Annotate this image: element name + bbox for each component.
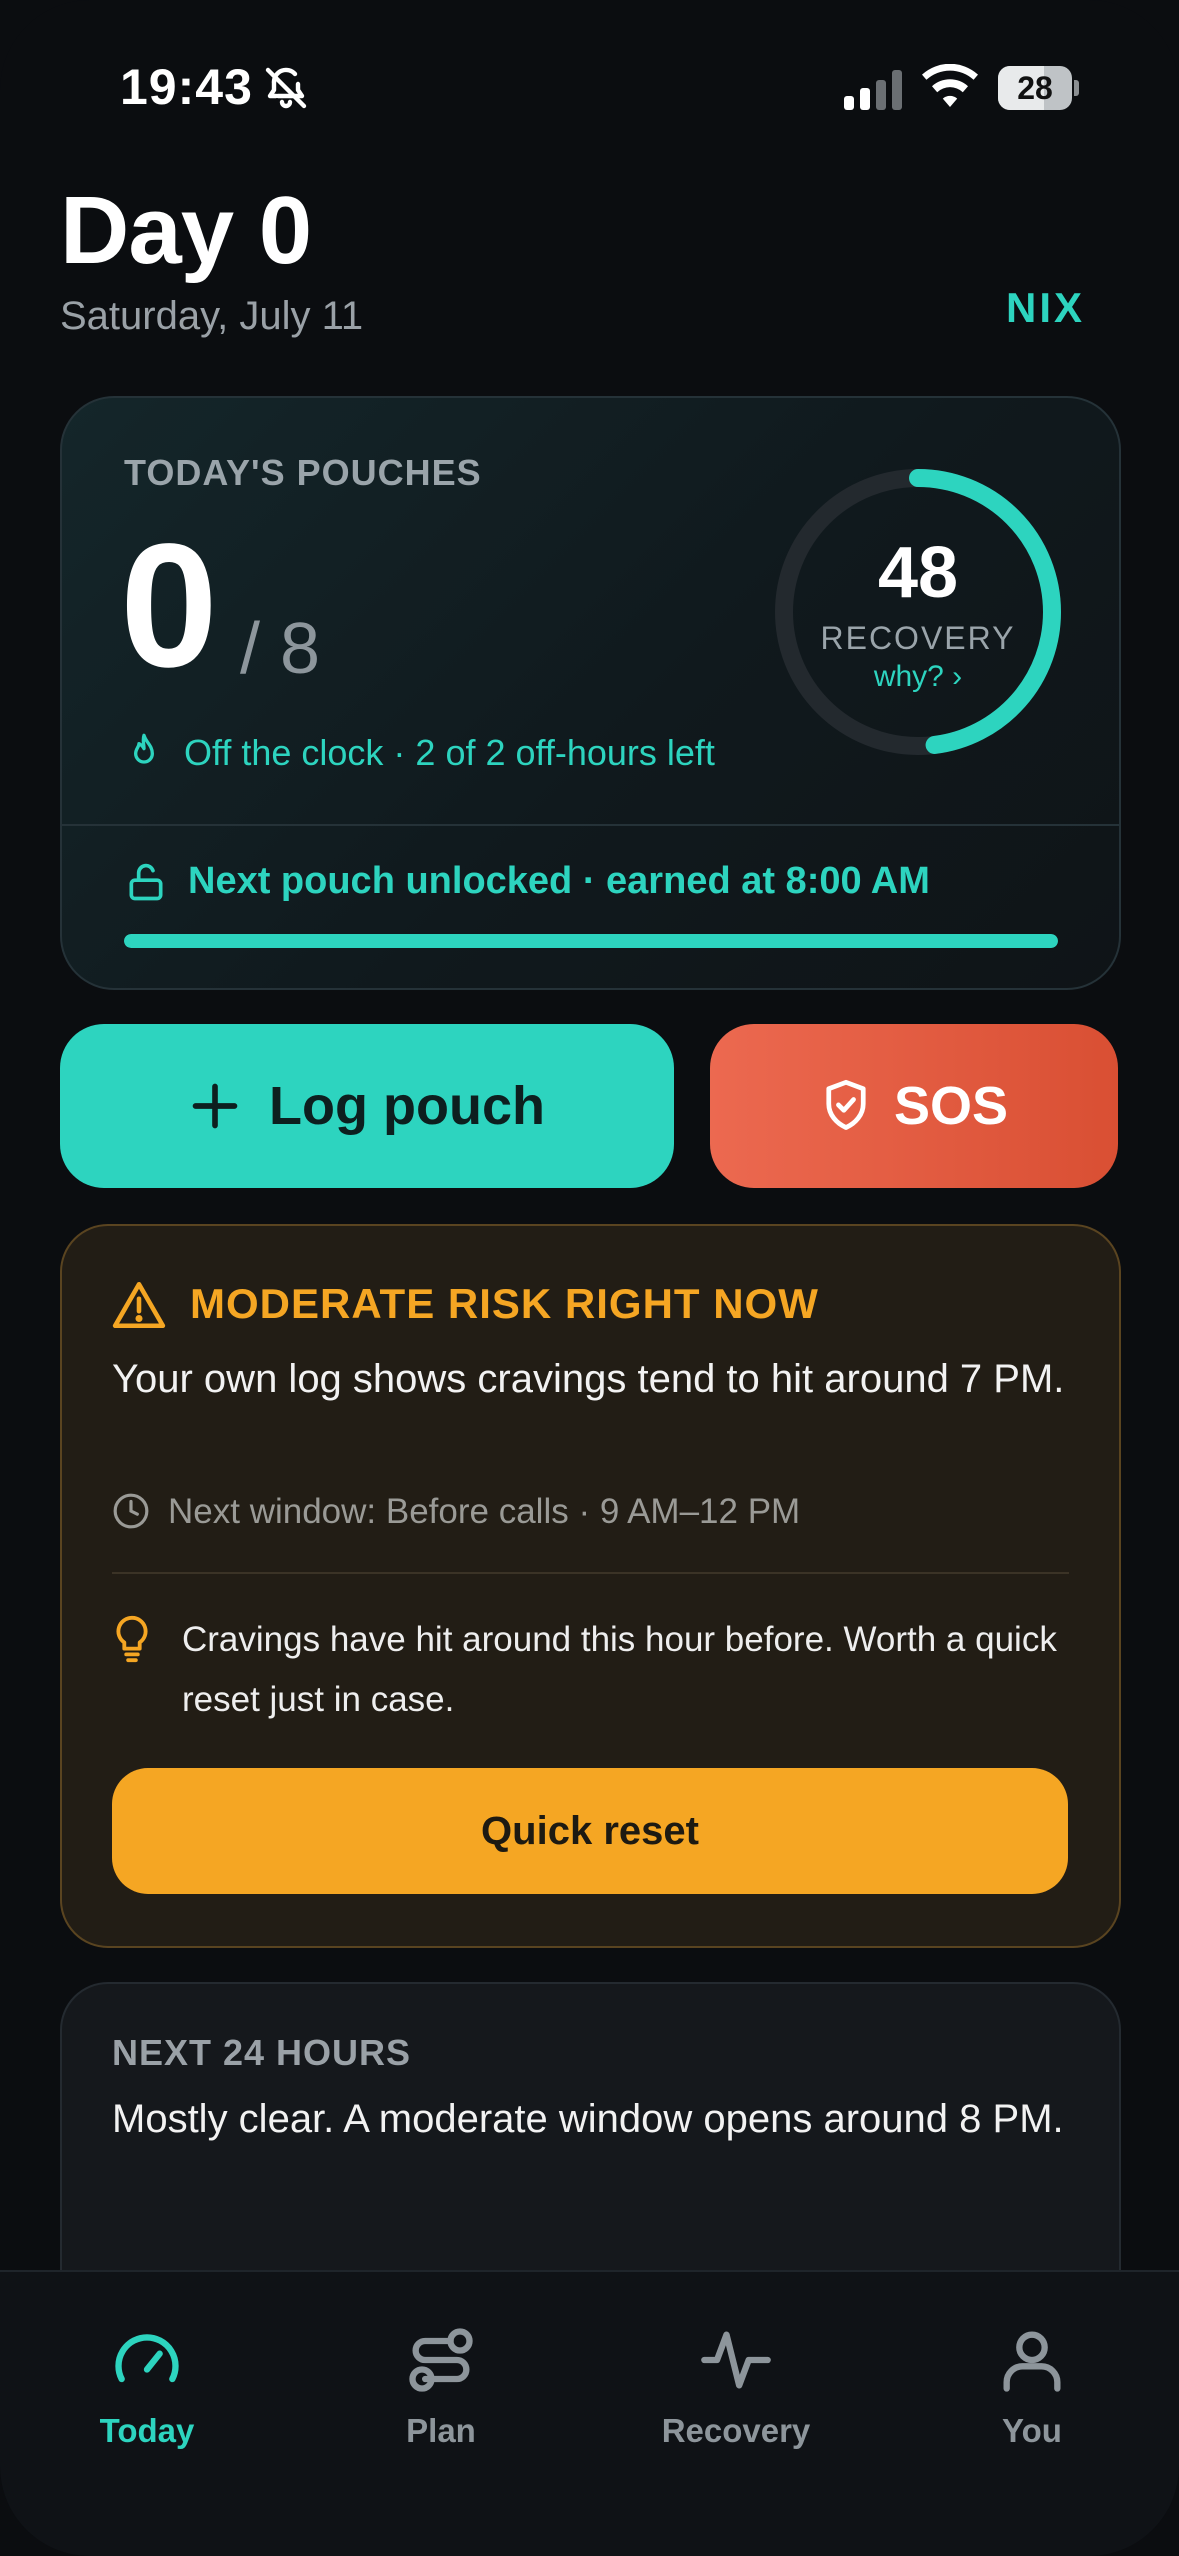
battery-nub: [1074, 80, 1079, 96]
pouch-count: 0: [120, 508, 218, 704]
quick-reset-button[interactable]: Quick reset: [112, 1768, 1068, 1894]
sos-button[interactable]: SOS: [710, 1024, 1118, 1188]
tab-recovery[interactable]: Recovery: [616, 2322, 856, 2450]
risk-body: Your own log shows cravings tend to hit …: [112, 1357, 1065, 1401]
pouch-status: Off the clock · 2 of 2 off-hours left: [184, 732, 715, 773]
unlock-progress: [124, 934, 1058, 948]
log-pouch-button[interactable]: Log pouch: [60, 1024, 674, 1188]
tab-today-label: Today: [99, 2412, 195, 2449]
pouch-label: TODAY'S POUCHES: [124, 452, 482, 493]
status-bar: 19:43 28: [0, 58, 1179, 118]
next-24-label: NEXT 24 HOURS: [112, 2032, 412, 2073]
log-pouch-label: Log pouch: [269, 1076, 545, 1136]
shield-check-icon: [826, 1079, 866, 1130]
recovery-label: RECOVERY: [820, 620, 1016, 656]
recovery-score: 48: [877, 533, 959, 613]
tip-text: Cravings have hit around this hour befor…: [182, 1620, 1057, 1719]
tab-plan-label: Plan: [406, 2412, 476, 2449]
battery-icon: 28: [998, 66, 1080, 110]
pouch-divider: [62, 824, 1119, 826]
status-time: 19:43: [120, 59, 253, 115]
risk-divider: [112, 1572, 1069, 1574]
route-icon: [409, 2328, 473, 2392]
page-date: Saturday, July 11: [60, 294, 364, 338]
page-title: Day 0: [60, 177, 312, 284]
sos-label: SOS: [893, 1076, 1009, 1136]
unlock-progress-fill: [124, 934, 1058, 948]
brand-logo[interactable]: NIX: [1006, 284, 1085, 332]
flame-icon: [134, 733, 154, 764]
wifi-icon: [922, 64, 978, 107]
recovery-why-link[interactable]: why? ›: [768, 660, 1068, 694]
tab-bar: Today Plan Recovery You: [0, 2270, 1179, 2556]
risk-title: MODERATE RISK RIGHT NOW: [190, 1280, 819, 1327]
tab-plan[interactable]: Plan: [321, 2322, 561, 2450]
person-icon: [1003, 2331, 1061, 2392]
next-24-body: Mostly clear. A moderate window opens ar…: [112, 2097, 1064, 2141]
pulse-icon: [701, 2331, 771, 2389]
tab-you-label: You: [1002, 2412, 1062, 2449]
pouch-total: / 8: [240, 609, 321, 689]
gauge-icon: [115, 2334, 179, 2383]
unlock-icon: [129, 863, 163, 901]
unlock-text: Next pouch unlocked · earned at 8:00 AM: [188, 860, 930, 902]
warning-icon: [112, 1281, 166, 1329]
tab-today[interactable]: Today: [27, 2322, 267, 2450]
tab-recovery-label: Recovery: [661, 2412, 811, 2449]
bell-muted-icon: [265, 67, 307, 109]
battery-level: 28: [1017, 70, 1053, 106]
tab-you[interactable]: You: [912, 2322, 1152, 2450]
clock-icon: [113, 1493, 149, 1529]
next-window-text: Next window: Before calls · 9 AM–12 PM: [168, 1492, 801, 1531]
pouch-card: TODAY'S POUCHES 0 / 8 Off the clock · 2 …: [60, 396, 1121, 990]
screen: 19:43 28 Day 0 Saturday, July 11 NIX TOD…: [0, 0, 1179, 2556]
risk-card: MODERATE RISK RIGHT NOW Your own log sho…: [60, 1224, 1121, 1948]
cellular-signal-icon: [844, 70, 902, 110]
plus-icon: [192, 1083, 238, 1129]
lightbulb-icon: [116, 1615, 148, 1663]
